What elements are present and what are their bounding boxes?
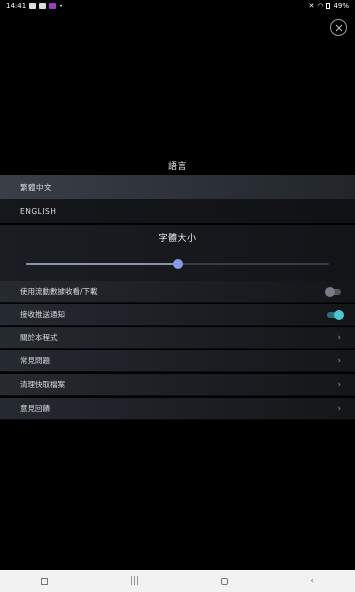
chevron-right-icon: › xyxy=(337,379,341,390)
status-time: 14:41 xyxy=(6,2,27,10)
status-right: ✕ ◠ 49% xyxy=(308,2,349,10)
setting-label: 使用流動數據收看/下載 xyxy=(20,287,98,296)
navigation-bar: ||| ‹ xyxy=(0,570,355,592)
wifi-icon: ◠ xyxy=(317,2,324,10)
feedback-item[interactable]: 意見回饋 › xyxy=(0,398,355,420)
chevron-right-icon: › xyxy=(337,403,341,414)
dot-icon: • xyxy=(59,2,63,10)
faq-item[interactable]: 常見問題 › xyxy=(0,350,355,372)
toggle-knob xyxy=(334,309,344,320)
setting-label: 意見回饋 xyxy=(20,404,50,413)
screenshot-icon[interactable] xyxy=(41,577,49,585)
mobile-data-setting[interactable]: 使用流動數據收看/下載 xyxy=(0,281,355,303)
language-option-english[interactable]: ENGLISH xyxy=(0,199,355,223)
language-title: 語言 xyxy=(167,162,187,172)
push-notification-toggle[interactable] xyxy=(327,309,344,320)
mobile-data-toggle[interactable] xyxy=(325,286,341,297)
close-icon xyxy=(335,24,342,31)
toggle-knob xyxy=(325,286,335,297)
back-icon[interactable]: ‹ xyxy=(310,576,314,586)
language-option-label: 繁體中文 xyxy=(20,182,52,192)
battery-level: 49% xyxy=(333,2,349,10)
language-option-label: ENGLISH xyxy=(20,206,57,216)
close-button[interactable] xyxy=(330,19,347,36)
font-size-title: 字體大小 xyxy=(158,234,197,244)
setting-label: 清理快取檔案 xyxy=(20,380,65,389)
status-bar: 14:41 • ✕ ◠ 49% xyxy=(0,0,355,12)
status-left: 14:41 • xyxy=(6,2,63,10)
image-icon xyxy=(29,3,37,9)
mute-icon: ✕ xyxy=(308,2,315,10)
notification-icon xyxy=(39,3,47,9)
slider-fill xyxy=(26,263,178,265)
about-app-item[interactable]: 關於本程式 › xyxy=(0,327,355,349)
push-notification-setting[interactable]: 接收推送通知 xyxy=(0,304,355,326)
setting-label: 常見問題 xyxy=(20,356,50,365)
home-icon[interactable] xyxy=(221,577,229,585)
clear-cache-item[interactable]: 清理快取檔案 › xyxy=(0,374,355,396)
slider-thumb[interactable] xyxy=(172,259,183,269)
setting-label: 關於本程式 xyxy=(20,333,58,342)
chevron-right-icon: › xyxy=(337,332,341,343)
recent-apps-icon[interactable]: ||| xyxy=(130,576,139,586)
chevron-right-icon: › xyxy=(337,355,341,366)
app-icon xyxy=(49,3,57,9)
setting-label: 接收推送通知 xyxy=(20,310,65,319)
battery-icon xyxy=(326,3,331,9)
language-option-traditional-chinese[interactable]: 繁體中文 xyxy=(0,175,355,199)
